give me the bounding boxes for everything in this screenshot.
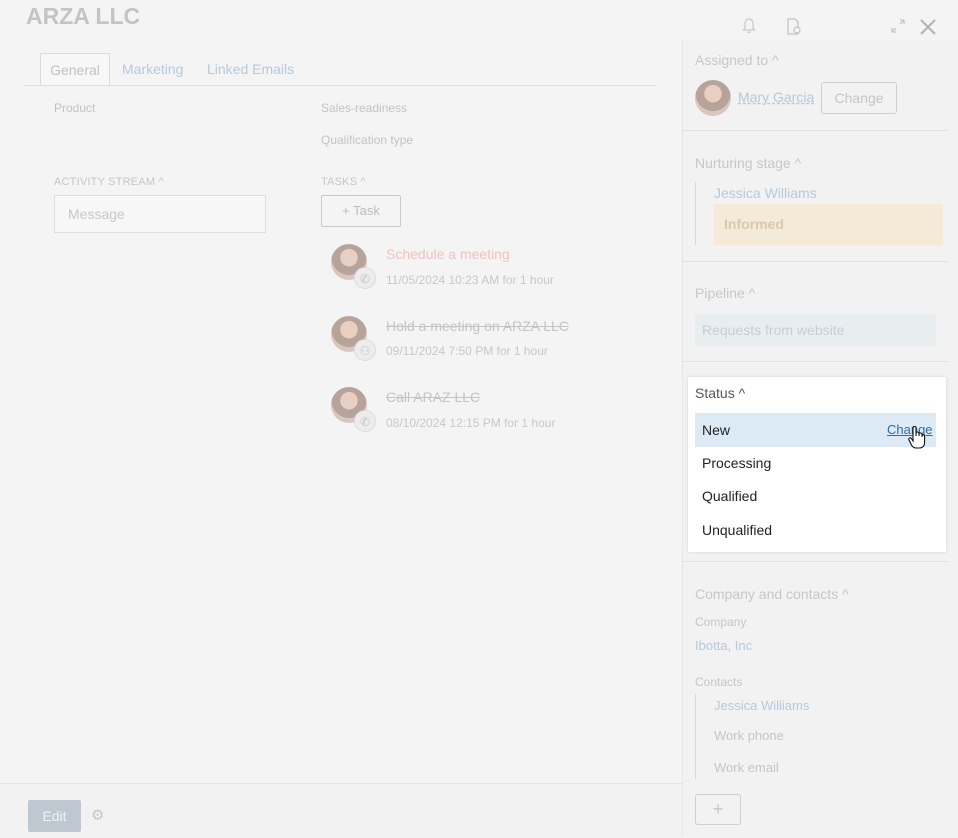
- add-contact-button[interactable]: +: [695, 794, 741, 825]
- people-icon: ⚇: [354, 339, 376, 361]
- change-assignee-button[interactable]: Change: [821, 82, 897, 114]
- field-qualification-type-label: Qualification type: [321, 133, 414, 147]
- status-option-processing[interactable]: Processing: [695, 446, 936, 480]
- hand-cursor-icon: [908, 425, 926, 450]
- edit-button[interactable]: Edit: [28, 800, 81, 832]
- assigned-to-heading[interactable]: Assigned to ^: [695, 52, 779, 68]
- activity-stream-heading[interactable]: ACTIVITY STREAM ^: [54, 176, 164, 188]
- divider: [682, 130, 948, 131]
- avatar: [695, 80, 731, 116]
- status-option-qualified[interactable]: Qualified: [695, 479, 936, 513]
- nurturing-stage-badge[interactable]: Informed: [714, 204, 943, 245]
- task-title[interactable]: Hold a meeting on ARZA LLC: [386, 318, 569, 334]
- assignee-link[interactable]: Mary Garcia: [738, 89, 814, 105]
- add-task-button[interactable]: + Task: [321, 195, 401, 227]
- task-time: 11/05/2024 10:23 AM for 1 hour: [386, 273, 554, 287]
- work-email-label: Work email: [714, 760, 779, 775]
- divider: [682, 261, 948, 262]
- task-title[interactable]: Call ARAZ LLC: [386, 389, 480, 405]
- tab-linked-emails[interactable]: Linked Emails: [207, 53, 294, 85]
- field-product-label: Product: [54, 101, 96, 115]
- nurturing-contact-link[interactable]: Jessica Williams: [714, 185, 817, 201]
- work-phone-label: Work phone: [714, 728, 784, 743]
- company-label: Company: [695, 615, 747, 629]
- status-heading[interactable]: Status ^: [695, 385, 745, 401]
- divider: [695, 694, 696, 779]
- pipeline-value[interactable]: Requests from website: [695, 314, 936, 346]
- task-time: 09/11/2024 7:50 PM for 1 hour: [386, 344, 548, 358]
- nurturing-stage-heading[interactable]: Nurturing stage ^: [695, 155, 801, 171]
- document-icon[interactable]: [786, 18, 802, 40]
- phone-icon: ✆: [354, 267, 376, 289]
- tasks-heading[interactable]: TASKS ^: [321, 176, 366, 188]
- contacts-label: Contacts: [695, 675, 743, 689]
- close-icon[interactable]: [918, 17, 938, 42]
- field-sales-readiness-label: Sales-readiness: [321, 101, 408, 115]
- tab-general[interactable]: General: [40, 53, 110, 85]
- pipeline-heading[interactable]: Pipeline ^: [695, 285, 755, 301]
- tab-marketing[interactable]: Marketing: [122, 53, 183, 85]
- company-link[interactable]: Ibotta, Inc: [695, 638, 752, 653]
- task-time: 08/10/2024 12:15 PM for 1 hour: [386, 416, 556, 430]
- message-input[interactable]: Message: [54, 195, 266, 233]
- status-option-unqualified[interactable]: Unqualified: [695, 513, 936, 547]
- divider: [682, 561, 948, 562]
- task-title[interactable]: Schedule a meeting: [386, 246, 510, 262]
- divider: [695, 182, 696, 245]
- phone-icon: ✆: [354, 410, 376, 432]
- expand-icon[interactable]: [890, 18, 906, 38]
- gear-icon[interactable]: ⚙: [91, 806, 104, 824]
- company-contacts-heading[interactable]: Company and contacts ^: [695, 586, 849, 602]
- page-title: ARZA LLC: [26, 3, 141, 29]
- tabs-divider: [25, 85, 655, 86]
- contact-link[interactable]: Jessica Williams: [714, 698, 809, 713]
- bell-icon[interactable]: [742, 18, 756, 38]
- divider: [682, 361, 948, 362]
